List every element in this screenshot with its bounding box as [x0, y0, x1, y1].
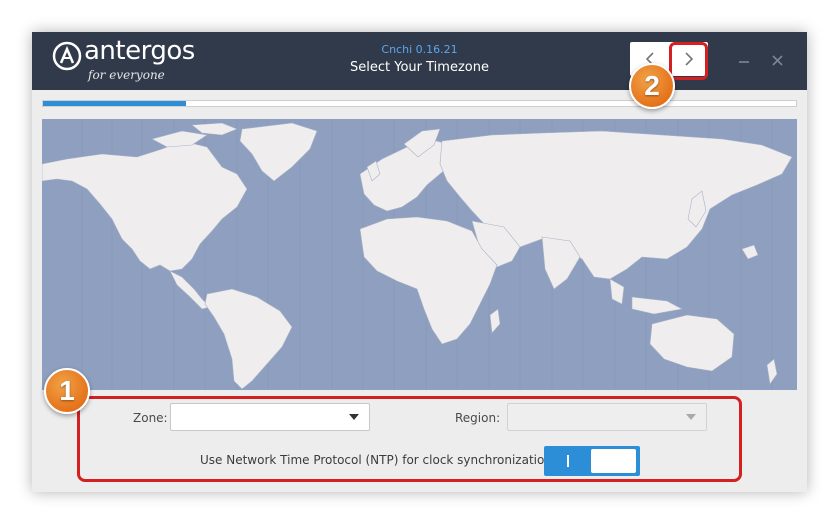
timezone-map[interactable] [42, 119, 797, 390]
install-progress-bar [42, 100, 797, 107]
step-badge-2: 2 [629, 63, 675, 109]
highlight-box-timezone-settings [77, 396, 742, 482]
logo-name: antergos [84, 36, 195, 66]
app-title: Cnchi 0.16.21 [381, 43, 458, 56]
antergos-logo-icon [52, 41, 82, 71]
minimize-icon[interactable] [736, 50, 752, 70]
progress-fill [43, 101, 187, 106]
page-title: Select Your Timezone [350, 60, 489, 75]
logo-tagline: for everyone [88, 68, 165, 82]
highlight-box-forward-button [669, 42, 708, 80]
step-badge-1: 1 [44, 368, 90, 414]
close-icon[interactable] [770, 50, 786, 70]
world-map-image [42, 119, 793, 390]
antergos-logo: antergos for everyone [52, 36, 222, 86]
